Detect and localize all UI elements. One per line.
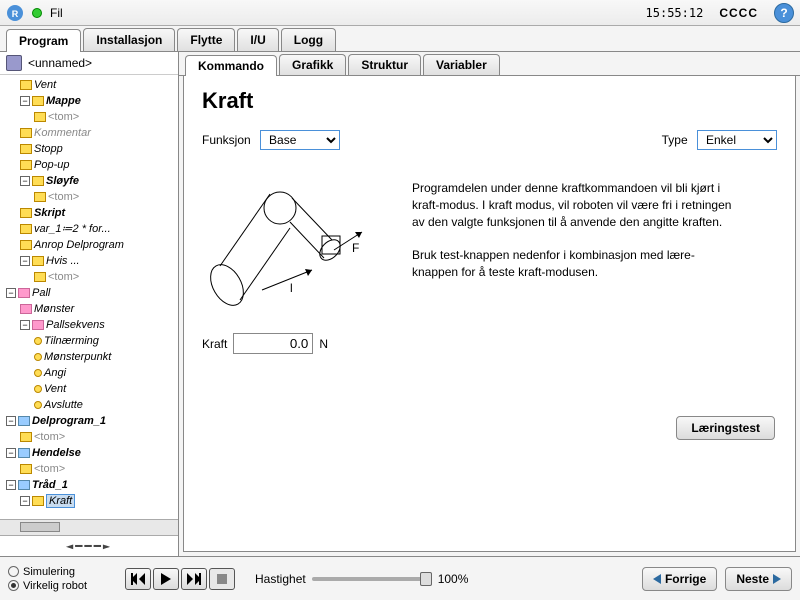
subtab-kommando[interactable]: Kommando [185,55,277,76]
speed-slider[interactable] [312,577,432,581]
sim-radio[interactable]: Simulering [8,566,87,578]
subtab-variabler[interactable]: Variabler [423,54,500,75]
tab-iu[interactable]: I/U [237,28,278,51]
tree-nav-arrows[interactable]: ◄━━━► [0,535,178,556]
learn-test-button[interactable]: Læringstest [676,416,775,440]
footer-bar: Simulering Virkelig robot Hastighet 100%… [0,556,800,600]
prev-button[interactable]: Forrige [642,567,717,591]
speed-label: Hastighet [255,572,306,586]
rewind-button[interactable] [125,568,151,590]
next-button[interactable]: Neste [725,567,792,591]
svg-text:R: R [12,9,19,19]
kraft-input[interactable] [233,333,313,354]
command-panel: Kraft Funksjon Base Type Enkel [183,76,796,552]
program-tree[interactable]: Vent −Mappe <tom> Kommentar Stopp Pop-up… [0,75,178,519]
filename-label: <unnamed> [28,56,92,70]
ur-logo-icon: R [6,4,24,22]
kraft-label: Kraft [202,337,227,351]
forward-button[interactable] [181,568,207,590]
save-icon[interactable] [6,55,22,71]
stop-button[interactable] [209,568,235,590]
funksjon-select[interactable]: Base [260,130,340,150]
file-menu[interactable]: Fil [50,6,63,20]
tab-program[interactable]: Program [6,29,81,52]
subtab-grafikk[interactable]: Grafikk [279,54,346,75]
tab-flytte[interactable]: Flytte [177,28,235,51]
description-text: Programdelen under denne kraftkommandoen… [412,180,732,281]
clock-label: 15:55:12 [646,6,704,20]
help-icon[interactable]: ? [774,3,794,23]
top-bar: R Fil 15:55:12 CCCC ? [0,0,800,26]
sub-tabs: Kommando Grafikk Struktur Variabler [179,52,800,76]
type-label: Type [662,133,688,147]
robot-diagram-icon: F l [202,180,382,320]
subtab-struktur[interactable]: Struktur [348,54,421,75]
tree-node-kraft: Kraft [46,494,75,508]
type-select[interactable]: Enkel [697,130,777,150]
arrow-left-icon [653,574,661,584]
real-radio[interactable]: Virkelig robot [8,580,87,592]
arrow-right-icon [773,574,781,584]
speed-value: 100% [438,572,469,586]
program-tree-sidebar: <unnamed> Vent −Mappe <tom> Kommentar St… [0,52,179,556]
tab-installasjon[interactable]: Installasjon [83,28,175,51]
main-tabs: Program Installasjon Flytte I/U Logg [0,26,800,52]
tab-logg[interactable]: Logg [281,28,336,51]
svg-text:l: l [290,281,293,295]
status-indicator-icon [32,8,42,18]
play-button[interactable] [153,568,179,590]
funksjon-label: Funksjon [202,133,251,147]
tree-hscrollbar[interactable] [0,519,178,535]
cccc-label: CCCC [719,6,758,20]
svg-text:F: F [352,241,359,255]
kraft-unit: N [319,337,328,351]
panel-title: Kraft [202,88,777,114]
